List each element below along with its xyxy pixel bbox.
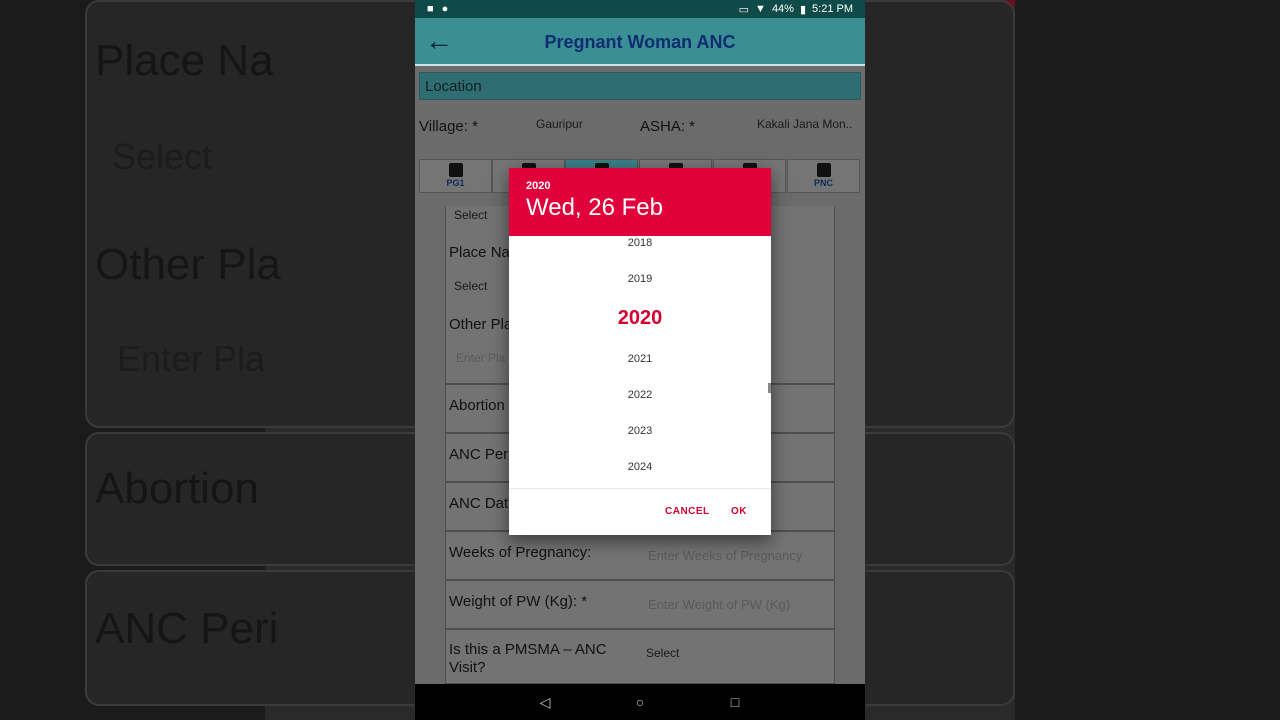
year-item-selected[interactable]: 2020 bbox=[509, 307, 771, 330]
pmsma-label: Is this a PMSMA – ANC bbox=[449, 641, 607, 658]
header-year[interactable]: 2020 bbox=[526, 180, 550, 192]
place-select[interactable]: Select bbox=[454, 279, 487, 293]
year-item[interactable]: 2019 bbox=[509, 273, 771, 285]
ok-button[interactable]: OK bbox=[731, 506, 747, 517]
date-picker-header: 2020 Wed, 26 Feb bbox=[509, 168, 771, 236]
clock: 5:21 PM bbox=[812, 3, 853, 15]
status-bar: ■ ● ▭ ▼ 44% ▮ 5:21 PM bbox=[415, 0, 865, 18]
background-label: Place Na bbox=[95, 36, 274, 85]
document-icon bbox=[448, 163, 463, 177]
asha-label: ASHA: * bbox=[640, 118, 696, 135]
page-title: Pregnant Woman ANC bbox=[544, 32, 736, 52]
weeks-label: Weeks of Pregnancy: bbox=[449, 544, 592, 561]
cancel-button[interactable]: CANCEL bbox=[665, 506, 710, 517]
scrollbar[interactable] bbox=[768, 383, 771, 393]
pmsma-select[interactable]: Select bbox=[646, 646, 679, 660]
background-label: Other Pla bbox=[95, 240, 281, 289]
tab-pg1[interactable]: PG1 bbox=[419, 159, 492, 193]
place-label: Place Na bbox=[449, 244, 510, 261]
wifi-icon: ▼ bbox=[755, 3, 766, 15]
weight-row: Weight of PW (Kg): * Enter Weight of PW … bbox=[445, 580, 835, 629]
anc-date-label: ANC Dat bbox=[449, 495, 509, 512]
year-item[interactable]: 2021 bbox=[509, 353, 771, 365]
village-label: Village: * bbox=[419, 118, 478, 135]
village-select[interactable]: Gauripur bbox=[536, 117, 583, 131]
weeks-input[interactable]: Enter Weeks of Pregnancy bbox=[648, 548, 802, 563]
back-nav-icon[interactable]: ◁ bbox=[536, 693, 554, 711]
year-list[interactable]: 2018 2019 2020 2021 2022 2023 2024 bbox=[509, 236, 771, 488]
camera-icon: ■ bbox=[427, 3, 434, 15]
year-item[interactable]: 2024 bbox=[509, 461, 771, 473]
other-place-input[interactable]: Enter Pla bbox=[456, 351, 505, 365]
battery-level: 44% bbox=[771, 3, 794, 15]
location-header: Location bbox=[419, 72, 861, 100]
header-date[interactable]: Wed, 26 Feb bbox=[526, 194, 663, 222]
year-item[interactable]: 2023 bbox=[509, 425, 771, 437]
divider bbox=[509, 488, 771, 489]
year-item[interactable]: 2022 bbox=[509, 389, 771, 401]
notification-icon: ● bbox=[441, 3, 449, 15]
home-icon[interactable]: ○ bbox=[631, 693, 649, 711]
date-picker-dialog: 2020 Wed, 26 Feb 2018 2019 2020 2021 202… bbox=[509, 168, 771, 535]
other-place-label: Other Pla bbox=[449, 316, 513, 333]
year-item[interactable]: 2018 bbox=[509, 237, 771, 249]
background-label: Enter Pla bbox=[117, 338, 266, 379]
battery-icon: ▮ bbox=[799, 3, 807, 16]
navigation-bar: ◁ ○ □ bbox=[415, 684, 865, 720]
anc-period-label: ANC Peri bbox=[449, 446, 512, 463]
screen: Place Na Select Other Pla Enter Pla Abor… bbox=[0, 0, 1280, 720]
weight-input[interactable]: Enter Weight of PW (Kg) bbox=[648, 597, 790, 612]
app-bar: ← Pregnant Woman ANC bbox=[415, 18, 865, 66]
abortion-label: Abortion bbox=[449, 397, 505, 414]
pmsma-label-2: Visit? bbox=[449, 659, 486, 676]
background-label: Select bbox=[112, 136, 213, 177]
asha-select[interactable]: Kakali Jana Mon.. bbox=[757, 117, 852, 131]
cast-icon: ▭ bbox=[738, 3, 750, 16]
mother-baby-icon bbox=[816, 163, 831, 177]
select-dropdown[interactable]: Select bbox=[454, 208, 487, 222]
weight-label: Weight of PW (Kg): * bbox=[449, 593, 588, 610]
recents-icon[interactable]: □ bbox=[726, 693, 744, 711]
background-label: Abortion bbox=[95, 464, 259, 513]
tab-pnc[interactable]: PNC bbox=[787, 159, 860, 193]
phone-screen: ■ ● ▭ ▼ 44% ▮ 5:21 PM ← Pregnant Woman A… bbox=[415, 0, 865, 720]
weeks-row: Weeks of Pregnancy: Enter Weeks of Pregn… bbox=[445, 531, 835, 580]
background-label: ANC Peri bbox=[95, 604, 279, 653]
pmsma-row: Is this a PMSMA – ANC Visit? Select bbox=[445, 629, 835, 684]
